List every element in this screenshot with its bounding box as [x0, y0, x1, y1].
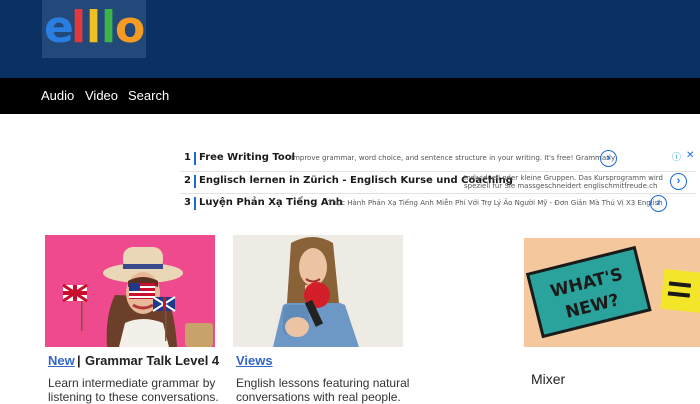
ad-number: 1	[184, 152, 191, 163]
ad-number: 2	[184, 175, 191, 186]
ad-arrow-icon[interactable]: ›	[670, 173, 687, 190]
ad-number: 3	[184, 197, 191, 208]
woman-with-flags-photo	[45, 235, 215, 347]
logo-letter-l1: l	[71, 2, 87, 53]
nav-video[interactable]: Video	[85, 88, 118, 103]
nav-audio[interactable]: Audio	[41, 88, 74, 103]
mixer-label[interactable]: Mixer	[531, 371, 565, 387]
ad-description: Thực Hành Phản Xạ Tiếng Anh Miễn Phí Với…	[328, 199, 663, 207]
logo-letter-l2: l	[86, 2, 102, 53]
woman-with-microphone-photo	[233, 235, 403, 347]
logo-letter-l3: l	[101, 2, 117, 53]
elllo-logo[interactable]: e l l l o	[42, 0, 146, 58]
site-header: e l l l o	[0, 0, 700, 78]
ad-description: Improve grammar, word choice, and senten…	[291, 154, 616, 162]
grammar-talk-image[interactable]	[45, 235, 215, 347]
ad-title[interactable]: Free Writing Tool	[199, 152, 295, 163]
ad-divider	[194, 152, 196, 165]
ad-item[interactable]: 2 Englisch lernen in Zürich - Englisch K…	[180, 171, 696, 191]
card-separator: |	[77, 353, 81, 368]
grammar-talk-title[interactable]: Grammar Talk Level 4	[85, 353, 219, 368]
ad-divider	[194, 197, 196, 210]
logo-letter-o: o	[115, 2, 146, 53]
whats-new-sign-photo: WHAT'S NEW?	[524, 238, 700, 347]
ad-arrow-icon[interactable]: ›	[600, 150, 617, 167]
ad-item[interactable]: 3 Luyện Phản Xạ Tiếng Anh Thực Hành Phản…	[180, 193, 696, 213]
new-link[interactable]: New	[48, 353, 75, 368]
mixer-image[interactable]: WHAT'S NEW?	[524, 238, 700, 347]
ad-item[interactable]: 1 Free Writing Tool Improve grammar, wor…	[180, 149, 696, 169]
ad-title[interactable]: Luyện Phản Xạ Tiếng Anh	[199, 197, 343, 208]
ad-description: Individuell oder kleine Gruppen. Das Kur…	[464, 174, 663, 190]
nav-search[interactable]: Search	[128, 88, 169, 103]
logo-letter-e: e	[44, 2, 74, 53]
views-image[interactable]	[233, 235, 403, 347]
views-link[interactable]: Views	[236, 353, 273, 368]
ad-divider	[194, 175, 196, 188]
main-nav: Audio Video Search	[0, 78, 700, 114]
ad-arrow-icon[interactable]: ›	[650, 195, 667, 212]
